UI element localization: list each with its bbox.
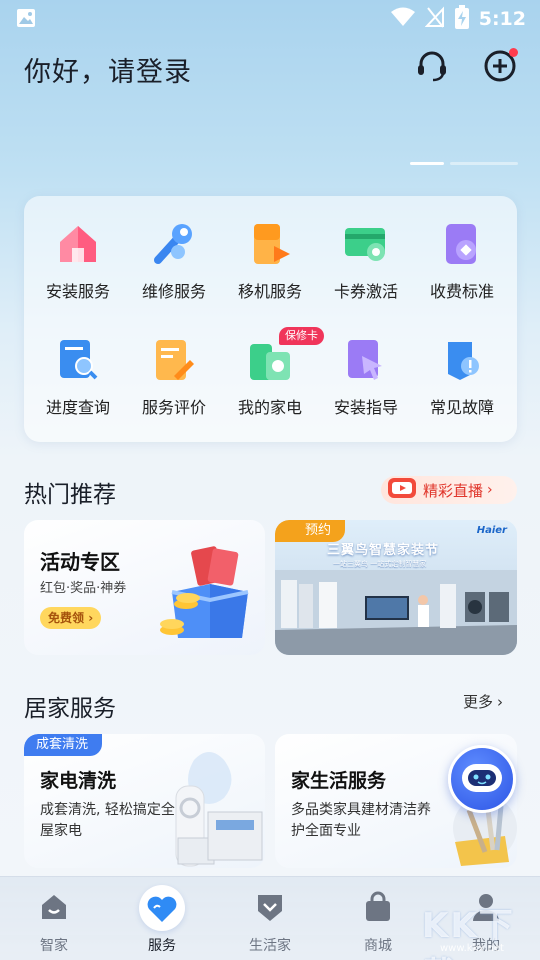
chevron-right-icon: ›: [487, 482, 493, 498]
banner-dot: [450, 162, 518, 165]
cleaning-desc: 成套清洗, 轻松搞定全屋家电: [40, 802, 175, 839]
fault-faq-icon: [438, 336, 486, 384]
activity-title: 活动专区: [40, 550, 120, 574]
add-button[interactable]: [480, 48, 520, 88]
activity-subtitle: 红包·奖品·神券: [40, 581, 127, 596]
nav-life[interactable]: 生活家: [216, 877, 324, 960]
service-review[interactable]: 服务评价: [126, 336, 222, 418]
promo-headline: 三翼鸟智慧家装节: [327, 543, 440, 558]
nav-label: 生活家: [249, 938, 291, 954]
life-service-desc: 多品类家具建材清洁养护全面专业: [291, 802, 431, 839]
photo-notification-icon: [16, 8, 36, 32]
smart-home-icon: [38, 891, 70, 923]
set-cleaning-tag: 成套清洗: [24, 734, 103, 756]
home-service-title: 居家服务: [24, 696, 116, 722]
service-install[interactable]: 安装服务: [30, 220, 126, 302]
showroom-scene: [275, 570, 517, 655]
relocate-fridge-icon: [246, 220, 294, 268]
nav-label: 商城: [364, 938, 392, 954]
life-shield-icon: [254, 891, 286, 923]
life-service-title: 家生活服务: [291, 770, 387, 792]
service-fault-faq[interactable]: 常见故障: [414, 336, 510, 418]
haier-logo: Haier: [476, 525, 507, 536]
promo-subline: 一站三翼鸟 一站式定制智慧家: [333, 560, 427, 568]
install-guide-icon: [342, 336, 390, 384]
service-repair[interactable]: 维修服务: [126, 220, 222, 302]
service-fee[interactable]: 收费标准: [414, 220, 510, 302]
warranty-card-badge: 保修卡: [279, 327, 324, 345]
status-bar: 5:12: [0, 0, 540, 36]
login-greeting[interactable]: 你好，请登录: [24, 50, 192, 89]
activity-zone-card[interactable]: 活动专区 红包·奖品·神券 免费领 ›: [24, 520, 265, 655]
service-label: 维修服务: [141, 282, 206, 301]
tv-play-icon: [387, 477, 417, 503]
nav-service[interactable]: 服务: [108, 877, 216, 960]
service-label: 安装服务: [45, 282, 110, 301]
progress-search-icon: [54, 336, 102, 384]
service-relocate[interactable]: 移机服务: [222, 220, 318, 302]
nav-label: 智家: [40, 938, 68, 954]
nav-smart-home[interactable]: 智家: [0, 877, 108, 960]
live-stream-button[interactable]: 精彩直播 ›: [381, 476, 517, 504]
mall-bag-icon: [362, 891, 394, 923]
service-label: 收费标准: [429, 282, 494, 301]
assistant-robot-button[interactable]: [448, 745, 516, 813]
service-grid: 安装服务 维修服务 移机服务 卡券激活 收费标准 进度查询 服务评价 我的家电 …: [24, 196, 517, 442]
headset-icon: [414, 48, 450, 88]
chevron-right-icon: ›: [497, 692, 504, 711]
gift-box-icon: [150, 544, 260, 648]
repair-wrench-icon: [150, 220, 198, 268]
watermark-url: www.kkx.net: [440, 943, 504, 954]
nav-label: 服务: [148, 938, 176, 954]
service-progress[interactable]: 进度查询: [30, 336, 126, 418]
service-label: 我的家电: [237, 398, 302, 417]
banner-dot-active: [410, 162, 444, 165]
no-signal-icon: [424, 6, 445, 32]
service-label: 常见故障: [429, 398, 494, 417]
free-claim-button[interactable]: 免费领 ›: [40, 607, 102, 629]
service-label: 卡券激活: [333, 282, 398, 301]
coupon-card-icon: [342, 220, 390, 268]
more-link[interactable]: 更多 ›: [463, 691, 503, 712]
free-claim-label: 免费领: [48, 611, 85, 625]
service-heart-icon: [146, 894, 178, 926]
service-label: 安装指导: [333, 398, 398, 417]
appliance-illustration: [164, 750, 265, 868]
nav-mall[interactable]: 商城: [324, 877, 432, 960]
more-label: 更多: [463, 693, 494, 711]
service-coupon[interactable]: 卡券激活: [318, 220, 414, 302]
install-house-icon: [54, 220, 102, 268]
live-stream-label: 精彩直播: [423, 481, 484, 500]
notification-dot: [509, 48, 518, 57]
wifi-icon: [390, 7, 415, 31]
service-label: 进度查询: [45, 398, 110, 417]
fee-standard-icon: [438, 220, 486, 268]
cleaning-title: 家电清洗: [40, 770, 117, 792]
battery-charging-icon: [454, 5, 469, 33]
robot-face-icon: [460, 762, 504, 800]
smart-home-festival-banner[interactable]: 预约 Haier 三翼鸟智慧家装节 一站三翼鸟 一站式定制智慧家: [275, 520, 517, 655]
service-my-appliance[interactable]: 我的家电: [222, 336, 318, 418]
service-label: 移机服务: [237, 282, 302, 301]
appliance-cleaning-card[interactable]: 成套清洗 家电清洗 成套清洗, 轻松搞定全屋家电: [24, 734, 265, 868]
banner-indicator: [410, 162, 518, 165]
review-pen-icon: [150, 336, 198, 384]
clock: 5:12: [478, 8, 526, 30]
service-install-guide[interactable]: 安装指导: [318, 336, 414, 418]
hot-section-title: 热门推荐: [24, 482, 116, 508]
customer-service-button[interactable]: [412, 48, 452, 88]
service-label: 服务评价: [141, 398, 206, 417]
